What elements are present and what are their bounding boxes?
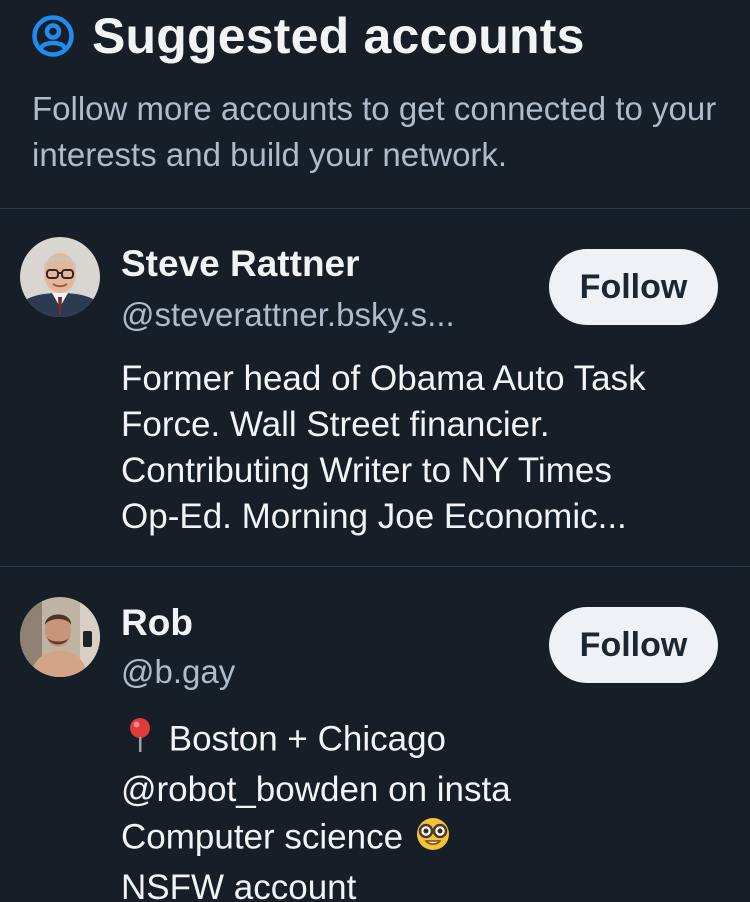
page-title: Suggested accounts bbox=[92, 8, 585, 64]
nerd-face-emoji-icon bbox=[413, 813, 453, 865]
account-handle[interactable]: @steverattner.bsky.s... bbox=[121, 296, 455, 334]
bio-line: Boston + Chicago bbox=[121, 715, 731, 767]
follow-button[interactable]: Follow bbox=[549, 607, 718, 683]
follow-button[interactable]: Follow bbox=[549, 249, 718, 325]
bio-line-text: Computer science bbox=[121, 817, 404, 857]
bio-line: Computer science bbox=[121, 813, 731, 865]
pin-emoji-icon bbox=[121, 715, 159, 767]
title-row: Suggested accounts bbox=[30, 8, 585, 64]
bio-line: @robot_bowden on insta bbox=[121, 770, 511, 809]
avatar[interactable] bbox=[20, 237, 100, 317]
account-name[interactable]: Rob bbox=[121, 602, 193, 644]
bio-line: Former head of Obama Auto Task bbox=[121, 359, 646, 398]
bio-line: Contributing Writer to NY Times bbox=[121, 451, 612, 490]
account-handle[interactable]: @b.gay bbox=[121, 653, 235, 691]
user-circle-icon bbox=[30, 13, 76, 59]
account-bio: Former head of Obama Auto Task Force. Wa… bbox=[121, 356, 731, 540]
bio-line: NSFW account bbox=[121, 868, 357, 902]
avatar[interactable] bbox=[20, 597, 100, 677]
account-bio: Boston + Chicago @robot_bowden on insta … bbox=[121, 715, 731, 902]
bio-line: Force. Wall Street financier. bbox=[121, 405, 550, 444]
bio-line-text: Boston + Chicago bbox=[168, 719, 446, 759]
bio-line: Op-Ed. Morning Joe Economic... bbox=[121, 497, 627, 536]
suggested-accounts-header: Suggested accounts Follow more accounts … bbox=[0, 0, 750, 208]
account-card-rob[interactable]: Rob @b.gay Follow Boston + Chicago @robo… bbox=[0, 567, 750, 902]
account-name[interactable]: Steve Rattner bbox=[121, 243, 360, 285]
page-subtitle: Follow more accounts to get connected to… bbox=[32, 90, 717, 173]
account-card-steve-rattner[interactable]: Steve Rattner @steverattner.bsky.s... Fo… bbox=[0, 209, 750, 566]
